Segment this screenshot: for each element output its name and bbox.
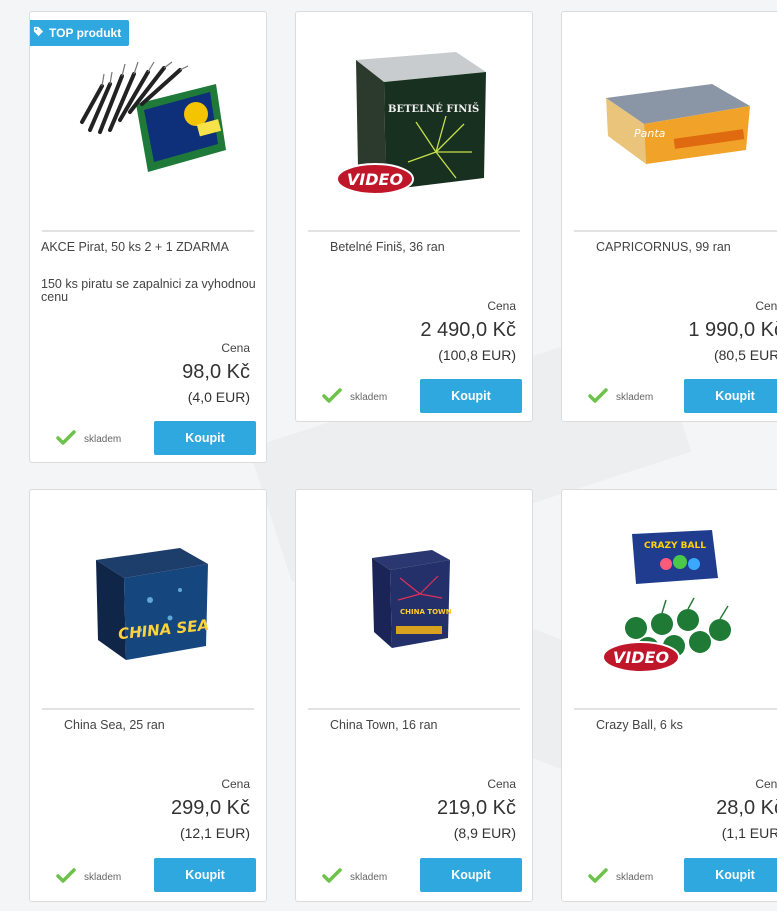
buy-button[interactable]: Koupit <box>684 858 777 892</box>
price-label: Cena <box>755 299 777 313</box>
video-badge[interactable]: VIDEO <box>602 640 680 674</box>
product-card[interactable]: TOP produkt AKCE Pirat, 50 ks 2 + 1 ZDAR… <box>29 11 267 463</box>
price-label: Cena <box>755 777 777 791</box>
stock-status: skladem <box>322 868 387 887</box>
stock-label: skladem <box>84 434 122 445</box>
buy-button[interactable]: Koupit <box>154 858 256 892</box>
stock-status: skladem <box>56 868 121 887</box>
price-block: Cena 2 490,0 Kč (100,8 EUR) <box>420 299 516 363</box>
price-eur: (100,8 EUR) <box>438 347 516 363</box>
stock-status: skladem <box>322 388 387 407</box>
price-eur: (80,5 EUR) <box>713 347 777 363</box>
check-icon <box>322 388 342 407</box>
price-czk: 1 990,0 Kč <box>688 319 777 341</box>
price-czk: 2 490,0 Kč <box>420 319 516 341</box>
buy-button[interactable]: Koupit <box>684 379 777 413</box>
svg-text:CRAZY BALL: CRAZY BALL <box>644 541 706 551</box>
product-card[interactable]: BETELNÉ FINIŠ VIDEO Betelné Finiš, 36 ra… <box>295 11 533 422</box>
divider <box>308 708 520 710</box>
price-label: Cena <box>487 777 516 791</box>
product-name[interactable]: China Sea, 25 ran <box>64 716 256 734</box>
product-image[interactable]: CHINA TOWN <box>296 490 532 708</box>
check-icon <box>56 868 76 887</box>
stock-label: skladem <box>350 872 388 883</box>
product-name[interactable]: Betelné Finiš, 36 ran <box>330 238 522 256</box>
divider <box>42 230 254 232</box>
product-card[interactable]: Panta CAPRICORNUS, 99 ran Cena 1 990,0 K… <box>561 11 777 422</box>
price-eur: (1,1 EUR) <box>721 825 777 841</box>
stock-label: skladem <box>84 872 122 883</box>
stock-status: skladem <box>588 388 653 407</box>
svg-text:VIDEO: VIDEO <box>613 648 670 667</box>
price-czk: 219,0 Kč <box>437 797 516 819</box>
product-name[interactable]: AKCE Pirat, 50 ks 2 + 1 ZDARMA <box>41 238 256 256</box>
price-label: Cena <box>221 341 250 355</box>
svg-text:VIDEO: VIDEO <box>347 170 404 189</box>
price-block: Cena 299,0 Kč (12,1 EUR) <box>171 777 250 841</box>
price-block: Cena 1 990,0 Kč (80,5 EUR) <box>688 299 777 363</box>
price-block: Cena 28,0 Kč (1,1 EUR) <box>716 777 777 841</box>
stock-status: skladem <box>588 868 653 887</box>
check-icon <box>588 388 608 407</box>
svg-text:Panta: Panta <box>634 127 666 140</box>
product-description: 150 ks piratu se zapalnici za vyhodnou c… <box>41 277 256 304</box>
top-product-label: TOP produkt <box>49 26 122 40</box>
divider <box>308 230 520 232</box>
price-eur: (8,9 EUR) <box>453 825 516 841</box>
price-eur: (12,1 EUR) <box>179 825 250 841</box>
product-card[interactable]: CRAZY BALL VIDEO Crazy Ball, 6 ks Cen 28… <box>561 489 777 902</box>
product-name[interactable]: CAPRICORNUS, 99 ran <box>596 238 777 256</box>
stock-status: skladem <box>56 430 121 449</box>
product-image[interactable]: CRAZY BALL VIDEO <box>562 490 777 708</box>
product-grid: TOP produkt AKCE Pirat, 50 ks 2 + 1 ZDAR… <box>0 0 777 911</box>
divider <box>574 230 777 232</box>
price-czk: 98,0 Kč <box>182 361 250 383</box>
top-product-badge: TOP produkt <box>30 20 130 46</box>
price-czk: 28,0 Kč <box>716 797 777 819</box>
price-block: Cena 219,0 Kč (8,9 EUR) <box>437 777 516 841</box>
product-image[interactable]: CHINA SEA <box>30 490 266 708</box>
divider <box>574 708 777 710</box>
svg-text:CHINA TOWN: CHINA TOWN <box>400 608 452 616</box>
price-eur: (4,0 EUR) <box>187 389 250 405</box>
stock-label: skladem <box>616 392 654 403</box>
product-name[interactable]: Crazy Ball, 6 ks <box>596 716 777 734</box>
buy-button[interactable]: Koupit <box>420 858 522 892</box>
check-icon <box>56 430 76 449</box>
buy-button[interactable]: Koupit <box>154 421 256 455</box>
tag-icon <box>33 26 44 40</box>
video-badge[interactable]: VIDEO <box>336 162 414 196</box>
check-icon <box>588 868 608 887</box>
price-block: Cena 98,0 Kč (4,0 EUR) <box>182 341 250 405</box>
price-label: Cena <box>221 777 250 791</box>
product-name[interactable]: China Town, 16 ran <box>330 716 522 734</box>
check-icon <box>322 868 342 887</box>
product-card[interactable]: CHINA TOWN China Town, 16 ran Cena 219,0… <box>295 489 533 902</box>
stock-label: skladem <box>350 392 388 403</box>
product-image[interactable]: Panta <box>562 12 777 230</box>
stock-label: skladem <box>616 872 654 883</box>
product-image[interactable]: BETELNÉ FINIŠ VIDEO <box>296 12 532 230</box>
svg-text:BETELNÉ FINIŠ: BETELNÉ FINIŠ <box>388 103 479 115</box>
divider <box>42 708 254 710</box>
price-czk: 299,0 Kč <box>171 797 250 819</box>
price-label: Cena <box>487 299 516 313</box>
product-card[interactable]: CHINA SEA China Sea, 25 ran Cena 299,0 K… <box>29 489 267 902</box>
buy-button[interactable]: Koupit <box>420 379 522 413</box>
